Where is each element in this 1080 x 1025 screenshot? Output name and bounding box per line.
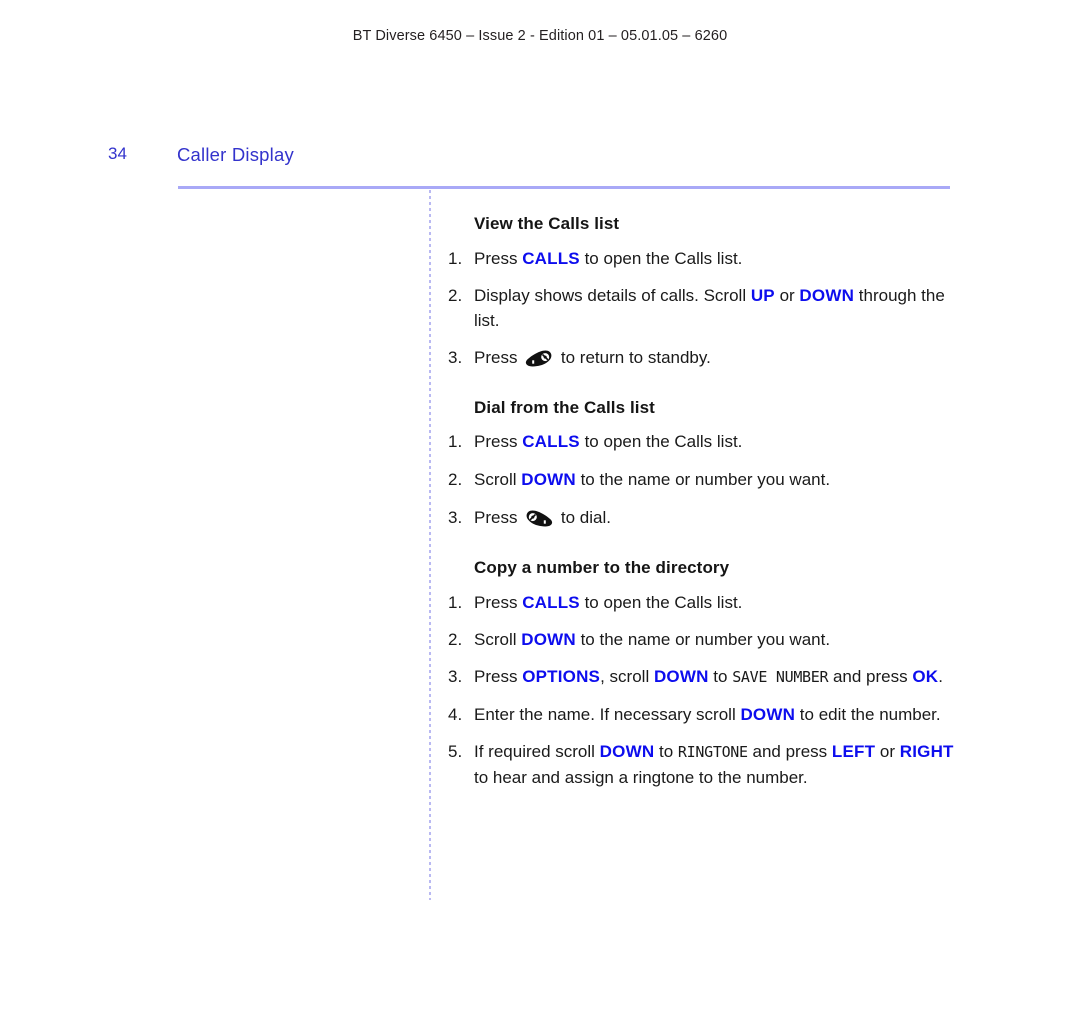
step-text: to return to standby. bbox=[556, 348, 711, 367]
step-text: Scroll bbox=[474, 630, 522, 649]
key-label: CALLS bbox=[522, 432, 580, 451]
dial-handset-icon bbox=[524, 508, 554, 528]
section-heading: View the Calls list bbox=[474, 214, 620, 233]
step-text: Press bbox=[474, 593, 523, 612]
step-number: 3. bbox=[448, 348, 463, 367]
end-call-handset-icon bbox=[524, 348, 554, 368]
section-3: Copy a number to the directory 1. Press CA… bbox=[448, 558, 968, 790]
step-text: or bbox=[875, 742, 900, 761]
step-number: 1. bbox=[448, 249, 463, 268]
step-number: 1. bbox=[448, 432, 463, 451]
step-text: to open the Calls list. bbox=[579, 249, 743, 268]
key-label: DOWN bbox=[521, 470, 576, 489]
step-number: 2. bbox=[448, 470, 463, 489]
step-text: to open the Calls list. bbox=[579, 593, 743, 612]
key-label: DOWN bbox=[799, 286, 855, 305]
step-text: to open the Calls list. bbox=[579, 432, 743, 451]
step-text: to the name or number you want. bbox=[575, 630, 831, 649]
step-text: to hear and assign a ringtone to the num… bbox=[474, 768, 808, 787]
key-label: DOWN bbox=[521, 630, 576, 649]
step-list: 1. Press CALLS to open the Calls list. 2. S… bbox=[448, 429, 968, 530]
key-label: CALLS bbox=[522, 593, 580, 612]
key-label: UP bbox=[750, 286, 775, 305]
key-label: LEFT bbox=[831, 742, 876, 761]
step-text: , scroll bbox=[600, 667, 654, 686]
section-heading: Copy a number to the directory bbox=[474, 558, 730, 577]
step-text: Press bbox=[474, 348, 523, 367]
step-item: 5. If required scroll DOWN to RINGTONE an… bbox=[448, 739, 968, 790]
step-text: Enter the name. If necessary scroll bbox=[474, 705, 741, 724]
running-header: BT Diverse 6450 – Issue 2 - Edition 01 –… bbox=[352, 28, 728, 44]
key-label: CALLS bbox=[522, 249, 580, 268]
step-text: to bbox=[708, 667, 733, 686]
step-item: 3. Press to dial. bbox=[448, 505, 968, 530]
page-title-row: 34 Caller Display bbox=[0, 144, 1080, 174]
step-text: and press bbox=[828, 667, 913, 686]
step-text: Scroll bbox=[474, 470, 522, 489]
horizontal-divider bbox=[178, 186, 950, 189]
step-text: to edit the number. bbox=[795, 705, 941, 724]
step-text: Press bbox=[474, 249, 523, 268]
step-text: or bbox=[774, 286, 800, 305]
step-text: to bbox=[654, 742, 678, 761]
step-item: 3. Press OPTIONS, scroll DOWN to SAVE NUM… bbox=[448, 664, 968, 690]
section-heading: Dial from the Calls list bbox=[474, 398, 655, 417]
step-item: 2. Display shows details of calls. Scroll… bbox=[448, 283, 968, 333]
step-item: 2. Scroll DOWN to the name or number you … bbox=[448, 467, 968, 492]
step-text: Press bbox=[474, 432, 523, 451]
step-list: 1. Press CALLS to open the Calls list. 2. S… bbox=[448, 590, 968, 790]
lcd-menu-text: SAVE NUMBER bbox=[732, 668, 829, 686]
section-2: Dial from the Calls list 1. Press CALLS to… bbox=[448, 398, 968, 530]
step-number: 3. bbox=[448, 667, 463, 686]
key-label: DOWN bbox=[740, 705, 796, 724]
step-number: 5. bbox=[448, 742, 463, 761]
step-text: Press bbox=[474, 508, 523, 527]
step-item: 2. Scroll DOWN to the name or number you … bbox=[448, 627, 968, 652]
step-text: Press bbox=[474, 667, 523, 686]
page-title: Caller Display bbox=[177, 144, 294, 165]
step-list: 1. Press CALLS to open the Calls list. 2. D… bbox=[448, 246, 968, 370]
step-number: 3. bbox=[448, 508, 463, 527]
page-number: 34 bbox=[108, 144, 127, 163]
key-label: OK bbox=[912, 667, 939, 686]
step-number: 4. bbox=[448, 705, 463, 724]
lcd-menu-text: RINGTONE bbox=[677, 743, 748, 761]
step-item: 1. Press CALLS to open the Calls list. bbox=[448, 246, 968, 271]
step-item: 1. Press CALLS to open the Calls list. bbox=[448, 429, 968, 454]
key-label: DOWN bbox=[653, 667, 709, 686]
content-column: View the Calls list 1. Press CALLS to open… bbox=[448, 214, 968, 790]
section-1: View the Calls list 1. Press CALLS to open… bbox=[448, 214, 968, 370]
step-number: 2. bbox=[448, 630, 463, 649]
step-number: 1. bbox=[448, 593, 463, 612]
key-label: DOWN bbox=[599, 742, 655, 761]
key-label: RIGHT bbox=[899, 742, 954, 761]
step-text: to the name or number you want. bbox=[575, 470, 831, 489]
step-number: 2. bbox=[448, 286, 463, 305]
step-item: 1. Press CALLS to open the Calls list. bbox=[448, 590, 968, 615]
key-label: OPTIONS bbox=[522, 667, 601, 686]
step-text: and press bbox=[747, 742, 832, 761]
step-item: 3. Press to return to standby. bbox=[448, 345, 968, 370]
step-text: Display shows details of calls. Scroll bbox=[474, 286, 751, 305]
vertical-divider bbox=[429, 190, 431, 900]
step-item: 4. Enter the name. If necessary scroll DO… bbox=[448, 702, 968, 727]
step-text: to dial. bbox=[556, 508, 611, 527]
step-text: . bbox=[938, 667, 943, 686]
step-text: If required scroll bbox=[474, 742, 600, 761]
